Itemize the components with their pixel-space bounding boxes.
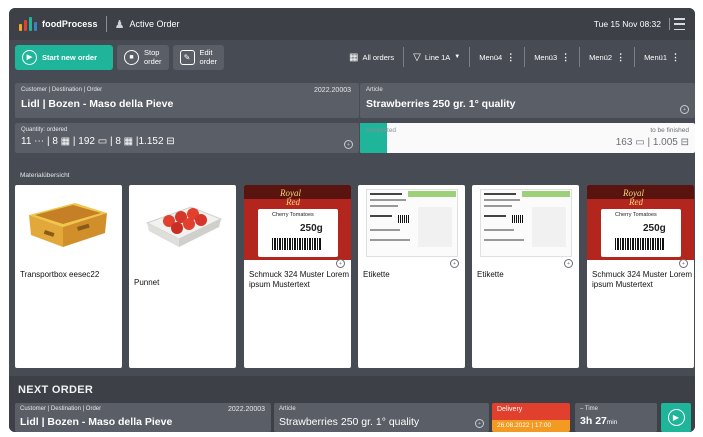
zoom-icon[interactable]: + bbox=[336, 259, 345, 268]
material-title: Transportbox eesec22 bbox=[20, 270, 100, 279]
kebab-icon: ⋮ bbox=[616, 51, 626, 62]
brand-suffix: Process bbox=[61, 19, 98, 29]
product-name: Cherry Tomatoes bbox=[615, 212, 657, 218]
time-label: – Time bbox=[580, 406, 599, 412]
punnet-image bbox=[129, 185, 236, 260]
label-image bbox=[358, 185, 465, 260]
material-title: Etikette bbox=[477, 270, 504, 279]
order-progress: completed to be finished 163 ▭ | 1.005 ⊟ bbox=[360, 123, 695, 153]
material-card[interactable]: Etikette + bbox=[358, 185, 465, 368]
menu3-button[interactable]: Menü3 ⋮ bbox=[524, 47, 579, 67]
next-article-label: Article bbox=[279, 406, 296, 412]
stop-order-button[interactable]: ■ Stop order bbox=[117, 44, 169, 70]
line-filter-select[interactable]: ▽ Line 1A ▼ bbox=[403, 47, 469, 67]
material-card[interactable]: Transportbox eesec22 bbox=[15, 185, 122, 368]
barcode bbox=[615, 238, 665, 250]
edit-order-button[interactable]: ✎ Edit order bbox=[172, 44, 225, 70]
materials-title: Materialübersicht bbox=[20, 172, 70, 179]
zoom-icon[interactable]: + bbox=[680, 105, 689, 114]
menu1-button[interactable]: Menü1 ⋮ bbox=[634, 47, 689, 67]
quantity-value: 11 ⋯ | 8 ▦ | 192 ▭ | 8 ▦ |1.152 ⊟ bbox=[21, 136, 175, 147]
delivery-value: 26.08.2022 | 17:00 bbox=[492, 420, 570, 432]
people-icon: ♟ bbox=[114, 18, 125, 31]
material-card[interactable]: Etikette + bbox=[472, 185, 579, 368]
start-next-order-button[interactable]: ▶ bbox=[661, 403, 691, 432]
time-value: 3h 27min bbox=[580, 415, 618, 427]
app-window: foodProcess ♟ Active Order Tue 15 Nov 08… bbox=[9, 8, 695, 432]
next-article-panel: Article Strawberries 250 gr. 1° quality … bbox=[274, 403, 489, 432]
material-card[interactable]: Punnet bbox=[129, 185, 236, 368]
stop-order-label: Stop order bbox=[144, 48, 162, 66]
next-article-value: Strawberries 250 gr. 1° quality bbox=[279, 416, 420, 428]
material-card[interactable]: Royal Red Cherry Tomatoes 250g Schmuck 3… bbox=[587, 185, 694, 368]
delivery-badge: Delivery 26.08.2022 | 17:00 bbox=[492, 403, 570, 432]
kebab-icon: ⋮ bbox=[671, 51, 680, 62]
material-title: Schmuck 324 Muster Lorem ipsum Mustertex… bbox=[592, 270, 693, 289]
kebab-icon: ⋮ bbox=[506, 51, 516, 62]
orders-grid-icon: ▦ bbox=[349, 51, 359, 63]
quantity-label: Quantity: ordered bbox=[21, 127, 68, 133]
product-brand-2: Red bbox=[286, 197, 300, 207]
zoom-icon[interactable]: + bbox=[679, 259, 688, 268]
material-title: Punnet bbox=[134, 278, 160, 287]
customer-label: Customer | Destination | Order bbox=[21, 87, 103, 93]
hamburger-menu-icon[interactable] bbox=[669, 18, 685, 30]
next-customer-panel: Customer | Destination | Order 2022.2000… bbox=[15, 403, 271, 432]
next-customer-value: Lidl | Bozen - Maso della Pieve bbox=[20, 416, 173, 428]
toolbar: ▶ Start new order ■ Stop order ✎ Edit orde… bbox=[9, 42, 695, 72]
start-new-order-button[interactable]: ▶ Start new order bbox=[15, 44, 113, 70]
clock: Tue 15 Nov 08:32 bbox=[593, 19, 661, 29]
time-remaining: – Time 3h 27min bbox=[575, 403, 657, 432]
completed-label: completed bbox=[366, 127, 396, 134]
zoom-icon[interactable]: + bbox=[564, 259, 573, 268]
menu2-button[interactable]: Menü2 ⋮ bbox=[579, 47, 634, 67]
quantity-panel: Quantity: ordered 11 ⋯ | 8 ▦ | 192 ▭ | 8… bbox=[15, 123, 359, 153]
pencil-icon: ✎ bbox=[179, 49, 195, 65]
material-title: Etikette bbox=[363, 270, 390, 279]
customer-panel: Customer | Destination | Order 2022.2000… bbox=[15, 83, 359, 118]
stop-icon: ■ bbox=[124, 49, 139, 65]
product-name: Cherry Tomatoes bbox=[272, 212, 314, 218]
play-icon: ▶ bbox=[22, 49, 37, 65]
next-order-number: 2022.20003 bbox=[228, 406, 265, 413]
product-image: Royal Red Cherry Tomatoes 250g bbox=[244, 185, 351, 260]
kebab-icon: ⋮ bbox=[561, 51, 571, 62]
zoom-icon[interactable]: + bbox=[450, 259, 459, 268]
edit-order-label: Edit order bbox=[199, 48, 218, 66]
material-card[interactable]: Royal Red Cherry Tomatoes 250g Schmuck 3… bbox=[244, 185, 351, 368]
delivery-label: Delivery bbox=[492, 403, 570, 420]
article-value: Strawberries 250 gr. 1° quality bbox=[366, 98, 516, 110]
customer-value: Lidl | Bozen - Maso della Pieve bbox=[21, 98, 174, 110]
order-number: 2022.20003 bbox=[314, 87, 351, 94]
zoom-icon[interactable]: + bbox=[344, 140, 353, 149]
top-bar: foodProcess ♟ Active Order Tue 15 Nov 08… bbox=[9, 8, 695, 40]
zoom-icon[interactable]: + bbox=[475, 419, 484, 428]
brand-logo-icon bbox=[19, 17, 37, 31]
product-image: Royal Red Cherry Tomatoes 250g bbox=[587, 185, 694, 260]
to-finish-label: to be finished bbox=[650, 127, 689, 134]
brand-name: foodProcess bbox=[42, 19, 98, 29]
material-title: Schmuck 324 Muster Lorem ipsum Mustertex… bbox=[249, 270, 350, 289]
product-weight: 250g bbox=[643, 223, 666, 234]
caret-down-icon: ▼ bbox=[454, 54, 461, 60]
next-customer-label: Customer | Destination | Order bbox=[20, 406, 102, 412]
all-orders-button[interactable]: ▦ All orders bbox=[340, 47, 403, 67]
to-finish-value: 163 ▭ | 1.005 ⊟ bbox=[615, 137, 689, 148]
product-brand-2: Red bbox=[629, 197, 643, 207]
module-title: Active Order bbox=[129, 19, 180, 29]
next-order-title: NEXT ORDER bbox=[18, 384, 94, 396]
filter-icon: ▽ bbox=[413, 51, 421, 63]
label-image bbox=[472, 185, 579, 260]
divider bbox=[105, 16, 107, 32]
brand-prefix: food bbox=[42, 19, 62, 29]
play-icon: ▶ bbox=[667, 409, 685, 426]
menu4-button[interactable]: Menü4 ⋮ bbox=[469, 47, 524, 67]
product-weight: 250g bbox=[300, 223, 323, 234]
barcode bbox=[272, 238, 322, 250]
transport-box-image bbox=[15, 185, 122, 260]
article-panel: Article Strawberries 250 gr. 1° quality … bbox=[360, 83, 695, 118]
toolbar-right: ▦ All orders ▽ Line 1A ▼ Menü4 ⋮ Menü3 ⋮ M… bbox=[340, 42, 689, 72]
article-label: Article bbox=[366, 87, 383, 93]
start-new-order-label: Start new order bbox=[42, 52, 98, 62]
